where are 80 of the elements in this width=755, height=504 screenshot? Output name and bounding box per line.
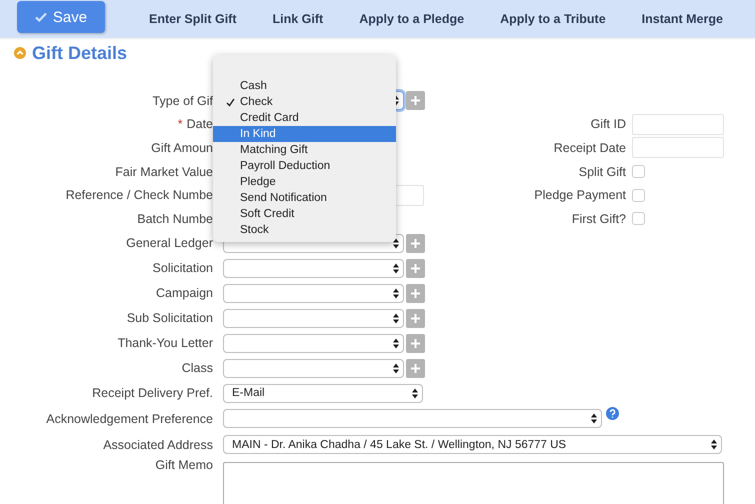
section-title: Gift Details — [32, 42, 128, 64]
checkbox[interactable] — [632, 212, 645, 226]
menu-item[interactable]: Soft Credit — [213, 206, 396, 222]
field-label: Solicitation — [152, 261, 214, 276]
plus-icon — [411, 238, 420, 248]
add-button[interactable] — [406, 258, 425, 278]
add-button[interactable] — [406, 334, 425, 353]
select-field[interactable]: MAIN - Dr. Anika Chadha / 45 Lake St. / Wellington, NJ 56777 US — [223, 435, 722, 454]
select-field[interactable] — [223, 334, 404, 353]
toolbar-action[interactable]: Instant Merge — [642, 12, 723, 26]
select-field[interactable] — [223, 358, 404, 378]
menu-item[interactable]: Credit Card — [213, 110, 396, 126]
dropdown-arrows-icon — [711, 439, 717, 450]
checkbox[interactable] — [632, 188, 645, 202]
checkmark-icon — [226, 98, 235, 106]
select-field[interactable] — [223, 284, 404, 303]
input-field[interactable] — [632, 137, 724, 158]
field-label: Sub Solicitation — [126, 311, 214, 326]
save-button[interactable]: Save — [17, 1, 105, 33]
plus-icon — [411, 364, 420, 373]
field-label: Gift ID — [590, 117, 627, 132]
plus-icon — [411, 264, 420, 273]
field-label: Gift Memo — [154, 458, 214, 472]
menu-item[interactable]: In Kind — [213, 126, 396, 142]
field-label: Reference / Check Numbe — [64, 188, 214, 202]
add-button[interactable] — [406, 91, 425, 110]
add-button[interactable] — [406, 358, 425, 378]
field-label: Campaign — [155, 286, 214, 300]
field-label: Batch Numbe — [136, 212, 214, 226]
menu-item[interactable]: Pledge — [213, 174, 396, 190]
field-label: Receipt Date — [552, 140, 627, 155]
field-label: Acknowledgement Preference — [45, 412, 214, 426]
select-field[interactable] — [223, 409, 602, 428]
plus-icon — [411, 96, 420, 106]
plus-icon — [411, 314, 420, 323]
dropdown-arrows-icon — [591, 413, 597, 424]
dropdown-arrows-icon — [393, 95, 399, 106]
help-icon[interactable] — [606, 407, 619, 420]
field-label: Split Gift — [578, 164, 627, 179]
dropdown-arrows-icon — [393, 262, 399, 274]
dropdown-arrows-icon — [393, 338, 399, 349]
menu-item[interactable]: Send Notification — [213, 190, 396, 206]
menu-item[interactable]: Cash — [213, 78, 396, 94]
field-label: Gift Amoun — [150, 140, 214, 155]
add-button[interactable] — [406, 284, 425, 303]
menu-item[interactable]: Check — [213, 94, 396, 110]
field-label: Pledge Payment — [533, 188, 627, 202]
check-icon — [34, 12, 47, 22]
dropdown-arrows-icon — [412, 388, 418, 399]
select-field[interactable] — [223, 308, 404, 328]
field-label: Receipt Delivery Pref. — [91, 386, 214, 400]
memo-field[interactable] — [223, 462, 724, 504]
select-field[interactable]: E-Mail — [223, 384, 423, 403]
toolbar-action[interactable]: Enter Split Gift — [149, 12, 236, 26]
collapse-icon[interactable] — [14, 47, 26, 59]
field-label: Type of Gif — [152, 94, 214, 108]
dropdown-arrows-icon — [393, 288, 399, 299]
toolbar-action[interactable]: Link Gift — [272, 12, 324, 26]
field-label: Thank-You Letter — [116, 336, 214, 350]
select-field[interactable] — [223, 258, 404, 278]
toolbar-action[interactable]: Apply to a Tribute — [500, 12, 606, 26]
input-field[interactable] — [632, 114, 724, 135]
field-label: Associated Address — [102, 438, 214, 452]
field-label: Fair Market Value — [114, 164, 214, 179]
plus-icon — [411, 288, 420, 298]
menu-item[interactable]: Payroll Deduction — [213, 158, 396, 174]
dropdown-arrows-icon — [393, 362, 399, 374]
dropdown-arrows-icon — [393, 238, 399, 249]
dropdown-arrows-icon — [393, 312, 399, 324]
add-button[interactable] — [406, 234, 425, 253]
field-label: General Ledger — [125, 236, 214, 250]
toolbar-action[interactable]: Apply to a Pledge — [359, 12, 464, 26]
field-label: * Date — [176, 117, 214, 132]
plus-icon — [411, 338, 420, 348]
field-label: First Gift? — [570, 212, 627, 226]
add-button[interactable] — [406, 308, 425, 328]
checkbox[interactable] — [632, 165, 645, 178]
menu-item[interactable]: Matching Gift — [213, 142, 396, 158]
field-label: Class — [180, 361, 214, 376]
menu-item[interactable]: Stock — [213, 222, 396, 238]
